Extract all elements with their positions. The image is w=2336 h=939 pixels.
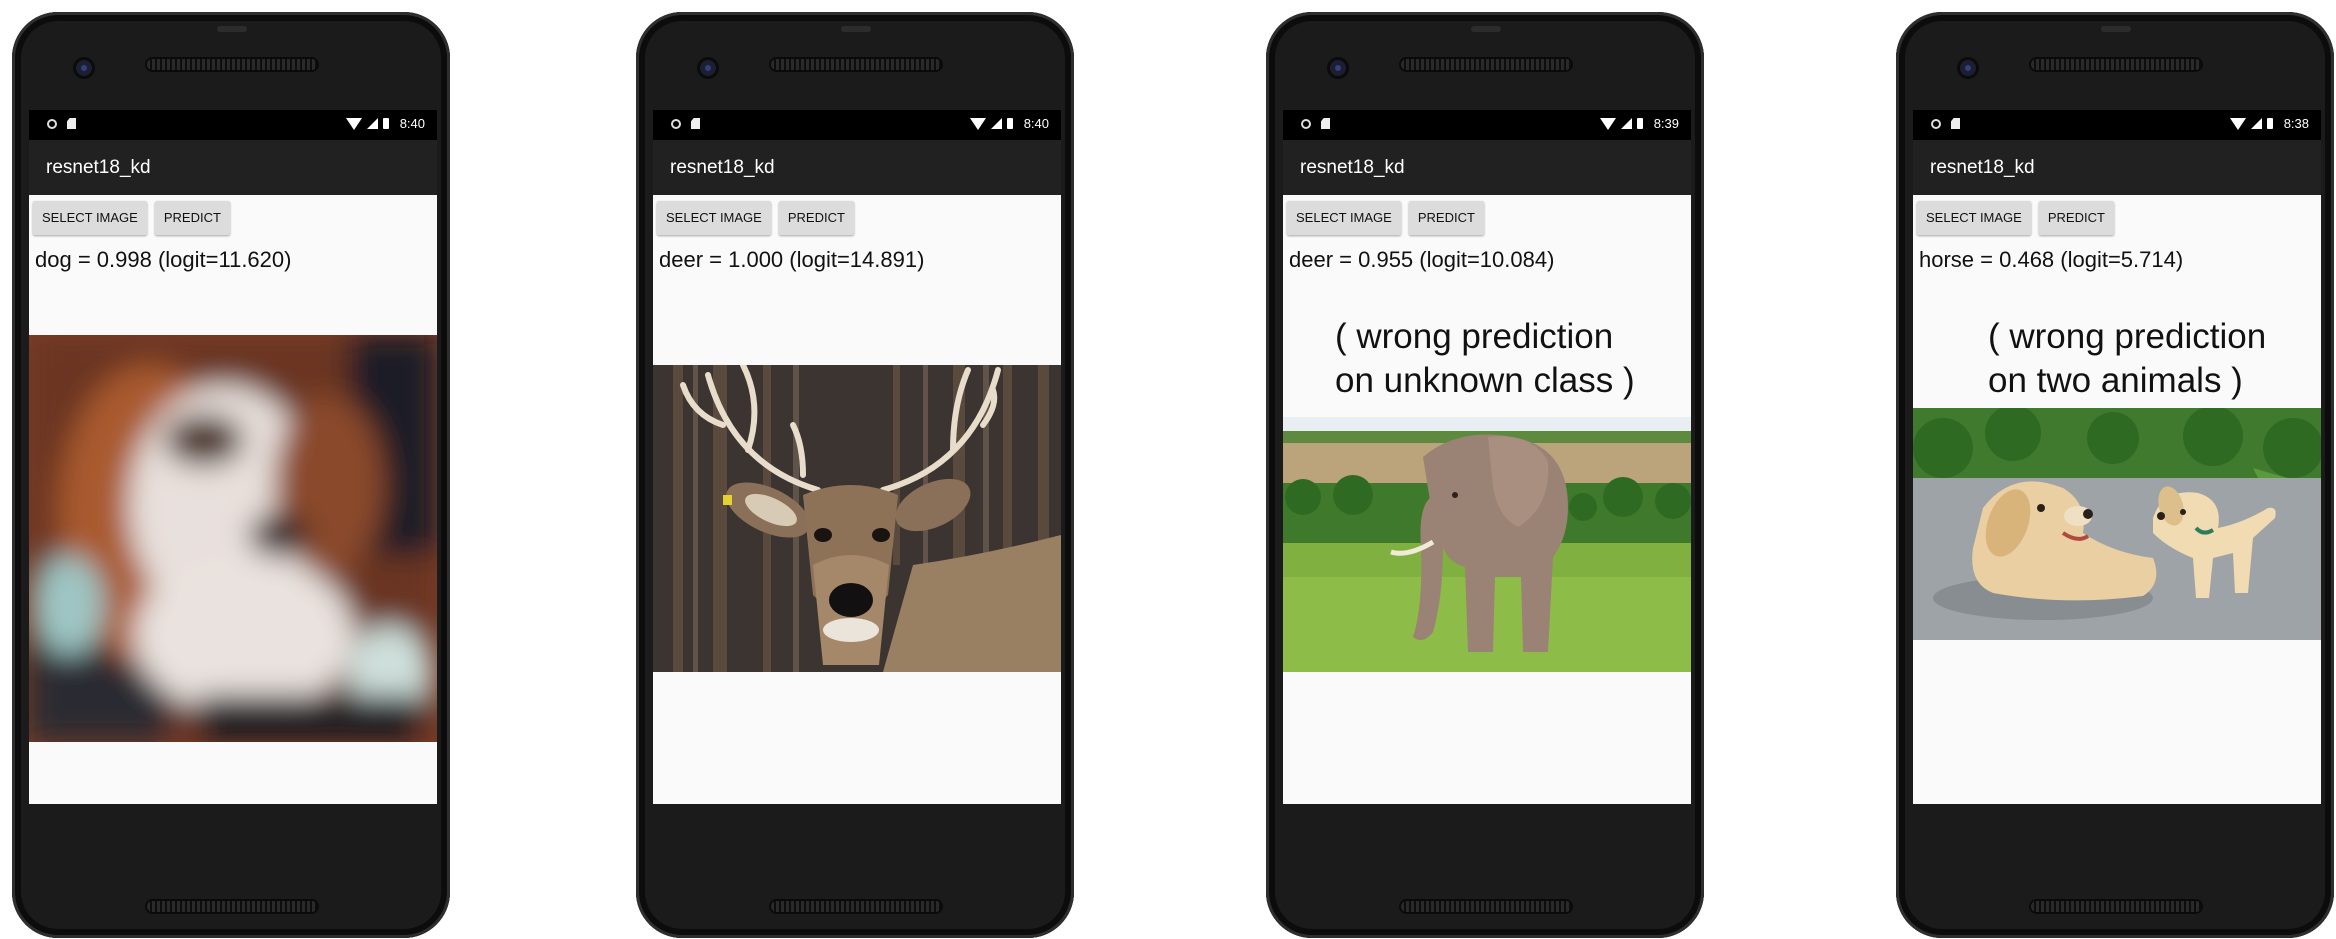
- annotation-line-2: on two animals ): [1988, 361, 2243, 400]
- phone-screen: 8:38 resnet18_kd SELECT IMAGE PREDICT ho…: [1913, 110, 2321, 804]
- select-image-button[interactable]: SELECT IMAGE: [33, 201, 147, 235]
- signal-icon: [366, 118, 378, 129]
- annotation-line-1: ( wrong prediction: [1335, 317, 1614, 356]
- predict-button[interactable]: PREDICT: [778, 201, 854, 235]
- earpiece-speaker: [771, 59, 941, 70]
- phone-screen: 8:40 resnet18_kd SELECT IMAGE PREDICT de…: [653, 110, 1061, 804]
- app-content: SELECT IMAGE PREDICT horse = 0.468 (logi…: [1913, 195, 2321, 804]
- phone-4: 8:38 resnet18_kd SELECT IMAGE PREDICT ho…: [1896, 12, 2334, 938]
- status-bar: 8:39: [1283, 110, 1691, 140]
- predict-button[interactable]: PREDICT: [1408, 201, 1484, 235]
- sd-card-icon: [1321, 118, 1330, 129]
- app-title: resnet18_kd: [1913, 140, 2321, 195]
- phone-notch: [841, 26, 871, 32]
- battery-icon: [1006, 118, 1013, 129]
- phone-notch: [1471, 26, 1501, 32]
- phone-screen: 8:40 resnet18_kd SELECT IMAGE PREDICT do…: [29, 110, 437, 804]
- dog-image: [29, 335, 437, 742]
- phone-1: 8:40 resnet18_kd SELECT IMAGE PREDICT do…: [12, 12, 450, 938]
- wifi-icon: [969, 117, 986, 130]
- app-title: resnet18_kd: [653, 140, 1061, 195]
- status-time: 8:39: [1653, 116, 1679, 131]
- app-content: SELECT IMAGE PREDICT dog = 0.998 (logit=…: [29, 195, 437, 804]
- predict-button[interactable]: PREDICT: [2038, 201, 2114, 235]
- notification-icon: [1301, 118, 1311, 129]
- annotation-line-2: on unknown class ): [1335, 361, 1635, 400]
- front-camera: [1960, 60, 1976, 76]
- status-bar: 8:40: [653, 110, 1061, 140]
- signal-icon: [990, 118, 1002, 129]
- notification-icon: [1931, 118, 1941, 129]
- two-puppies-image: [1913, 408, 2321, 640]
- select-image-button[interactable]: SELECT IMAGE: [657, 201, 771, 235]
- sd-card-icon: [67, 118, 76, 129]
- bottom-speaker: [147, 901, 317, 912]
- annotation-line-1: ( wrong prediction: [1988, 317, 2267, 356]
- predict-button[interactable]: PREDICT: [154, 201, 230, 235]
- bottom-speaker: [1401, 901, 1571, 912]
- wifi-icon: [1599, 117, 1616, 130]
- annotation-text: ( wrong prediction on unknown class ): [1335, 315, 1635, 403]
- front-camera: [1330, 60, 1346, 76]
- front-camera: [76, 60, 92, 76]
- signal-icon: [2250, 118, 2262, 129]
- battery-icon: [1636, 118, 1643, 129]
- phone-3: 8:39 resnet18_kd SELECT IMAGE PREDICT de…: [1266, 12, 1704, 938]
- prediction-result: deer = 1.000 (logit=14.891): [659, 247, 925, 272]
- phone-screen: 8:39 resnet18_kd SELECT IMAGE PREDICT de…: [1283, 110, 1691, 804]
- phone-2: 8:40 resnet18_kd SELECT IMAGE PREDICT de…: [636, 12, 1074, 938]
- app-title: resnet18_kd: [29, 140, 437, 195]
- status-bar: 8:38: [1913, 110, 2321, 140]
- select-image-button[interactable]: SELECT IMAGE: [1917, 201, 2031, 235]
- status-time: 8:38: [2283, 116, 2309, 131]
- wifi-icon: [345, 117, 362, 130]
- notification-icon: [671, 118, 681, 129]
- wifi-icon: [2229, 117, 2246, 130]
- earpiece-speaker: [147, 59, 317, 70]
- sd-card-icon: [691, 118, 700, 129]
- select-image-button[interactable]: SELECT IMAGE: [1287, 201, 1401, 235]
- status-time: 8:40: [1023, 116, 1049, 131]
- signal-icon: [1620, 118, 1632, 129]
- phone-notch: [217, 26, 247, 32]
- phone-notch: [2101, 26, 2131, 32]
- deer-image: [653, 365, 1061, 672]
- notification-icon: [47, 118, 57, 129]
- front-camera: [700, 60, 716, 76]
- battery-icon: [2266, 118, 2273, 129]
- bottom-speaker: [771, 901, 941, 912]
- bottom-speaker: [2031, 901, 2201, 912]
- sd-card-icon: [1951, 118, 1960, 129]
- prediction-result: dog = 0.998 (logit=11.620): [35, 247, 292, 272]
- status-bar: 8:40: [29, 110, 437, 140]
- elephant-image: [1283, 417, 1691, 672]
- app-title: resnet18_kd: [1283, 140, 1691, 195]
- prediction-result: horse = 0.468 (logit=5.714): [1919, 247, 2184, 272]
- earpiece-speaker: [1401, 59, 1571, 70]
- battery-icon: [382, 118, 389, 129]
- app-content: SELECT IMAGE PREDICT deer = 1.000 (logit…: [653, 195, 1061, 804]
- app-content: SELECT IMAGE PREDICT deer = 0.955 (logit…: [1283, 195, 1691, 804]
- earpiece-speaker: [2031, 59, 2201, 70]
- prediction-result: deer = 0.955 (logit=10.084): [1289, 247, 1555, 272]
- annotation-text: ( wrong prediction on two animals ): [1988, 315, 2266, 403]
- status-time: 8:40: [399, 116, 425, 131]
